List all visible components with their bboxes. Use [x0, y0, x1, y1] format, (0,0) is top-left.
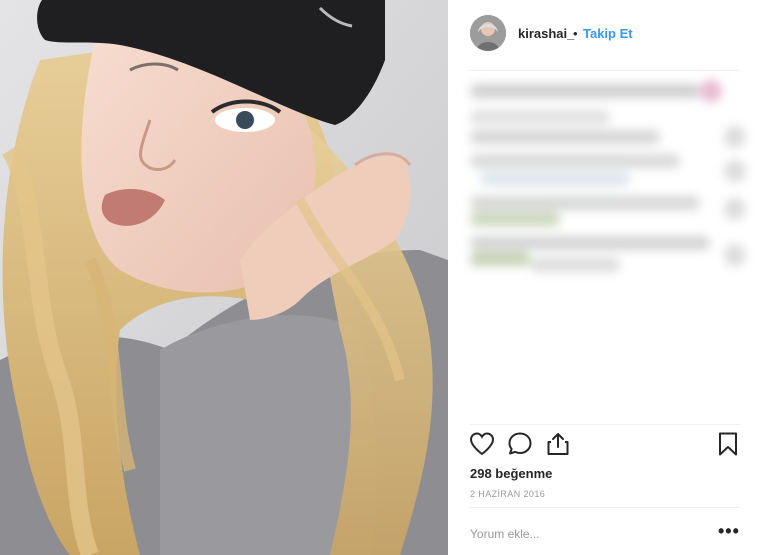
action-bar: [466, 430, 742, 462]
blurred-like: [724, 126, 745, 148]
blurred-comments: [470, 78, 745, 398]
like-count[interactable]: 298 beğenme: [470, 466, 552, 481]
instagram-post: kirashai_ • Takip Et 298 beğenme 2 HAZİR…: [0, 0, 759, 555]
blurred-text: [470, 196, 700, 210]
actions-divider: [470, 424, 740, 425]
blurred-text: [470, 84, 700, 98]
blurred-text: [470, 110, 610, 124]
blurred-text: [470, 212, 560, 226]
more-options-button[interactable]: •••: [718, 521, 740, 542]
username-link[interactable]: kirashai_: [518, 26, 574, 41]
comment-icon[interactable]: [506, 430, 534, 458]
post-date[interactable]: 2 HAZİRAN 2016: [470, 489, 545, 499]
separator-dot: •: [573, 26, 578, 41]
blurred-emoji: [700, 80, 722, 102]
blurred-text: [480, 172, 630, 186]
blurred-text: [530, 258, 620, 272]
blurred-text: [470, 130, 660, 144]
blurred-text: [470, 236, 710, 250]
blurred-like: [724, 198, 745, 220]
comment-divider: [470, 507, 740, 508]
bookmark-icon[interactable]: [714, 430, 742, 458]
post-header: kirashai_ • Takip Et: [448, 0, 759, 70]
avatar[interactable]: [470, 15, 506, 51]
comment-input[interactable]: Yorum ekle...: [470, 527, 540, 541]
follow-button[interactable]: Takip Et: [583, 26, 633, 41]
blurred-like: [724, 160, 745, 182]
post-sidebar: kirashai_ • Takip Et 298 beğenme 2 HAZİR…: [448, 0, 759, 555]
header-divider: [470, 70, 740, 71]
post-photo-image: [0, 0, 448, 555]
blurred-text: [470, 154, 680, 168]
heart-icon[interactable]: [468, 430, 496, 458]
share-icon[interactable]: [544, 430, 572, 458]
post-photo[interactable]: [0, 0, 448, 555]
avatar-image: [470, 15, 506, 51]
blurred-like: [724, 244, 745, 266]
blurred-text: [470, 252, 530, 266]
